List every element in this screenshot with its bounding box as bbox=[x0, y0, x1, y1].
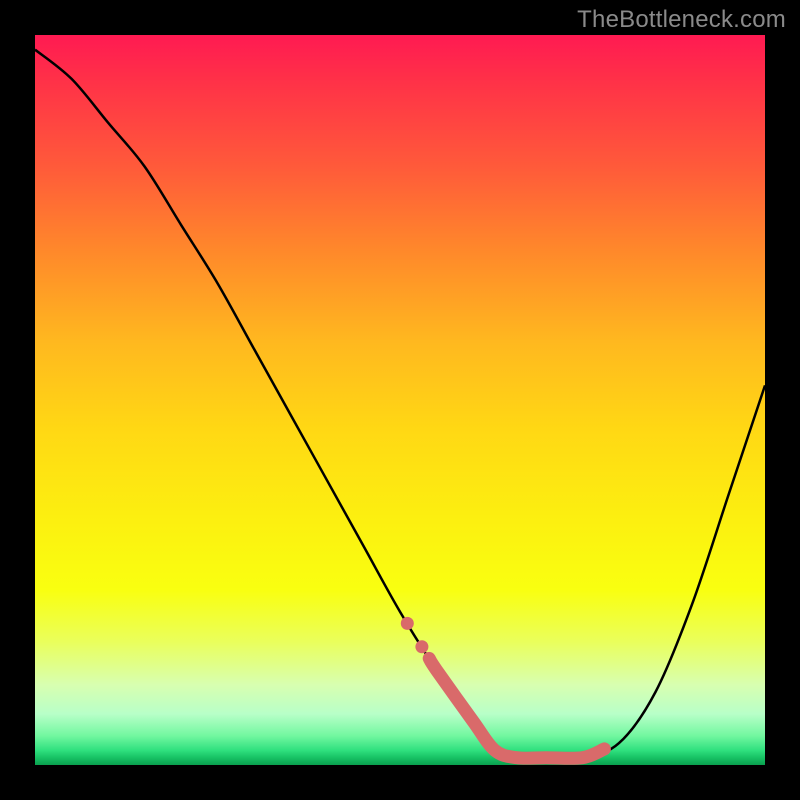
chart-svg bbox=[35, 35, 765, 765]
bottleneck-curve-line bbox=[35, 50, 765, 759]
sweet-spot-dot-0 bbox=[401, 617, 414, 630]
watermark-text: TheBottleneck.com bbox=[577, 6, 786, 34]
sweet-spot-highlight bbox=[401, 617, 605, 758]
chart-plot-area bbox=[35, 35, 765, 765]
chart-frame: TheBottleneck.com bbox=[0, 0, 800, 800]
sweet-spot-segment bbox=[429, 658, 604, 758]
sweet-spot-dot-1 bbox=[415, 640, 428, 653]
